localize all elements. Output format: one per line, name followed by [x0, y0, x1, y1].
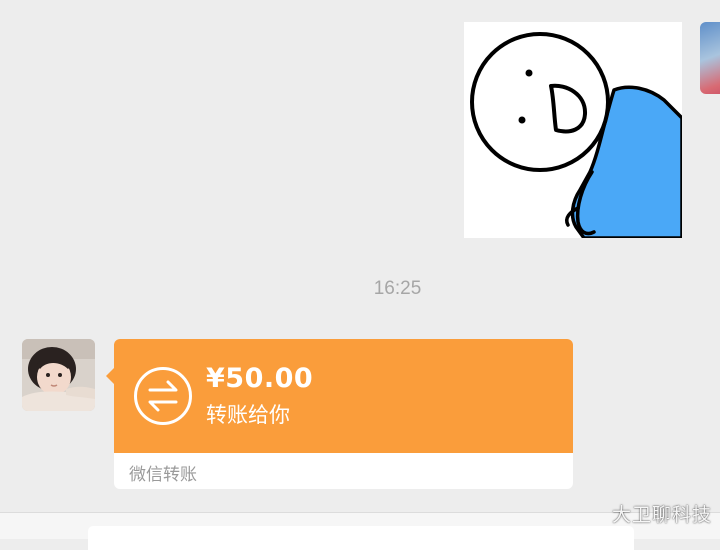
- time-divider: 16:25: [373, 278, 422, 299]
- transfer-arrows-icon: [134, 367, 192, 425]
- transfer-footer-label: 微信转账: [129, 465, 197, 485]
- sticker-message[interactable]: [464, 22, 682, 238]
- stick-figure-sticker-icon: [470, 32, 682, 238]
- friend-avatar[interactable]: [22, 339, 95, 411]
- message-input[interactable]: [88, 526, 634, 550]
- avatar-photo-icon: [22, 339, 95, 411]
- transfer-card-header: ¥50.00 转账给你: [114, 339, 573, 453]
- transfer-description: 转账给你: [206, 403, 290, 427]
- transfer-card[interactable]: ¥50.00 转账给你 微信转账: [114, 339, 573, 489]
- transfer-amount: ¥50.00: [206, 363, 314, 394]
- chat-area[interactable]: 16:25 ¥50.00 转账给你 微信转账: [0, 0, 720, 538]
- self-avatar[interactable]: [700, 22, 720, 94]
- watermark: 大卫聊科技: [611, 504, 712, 526]
